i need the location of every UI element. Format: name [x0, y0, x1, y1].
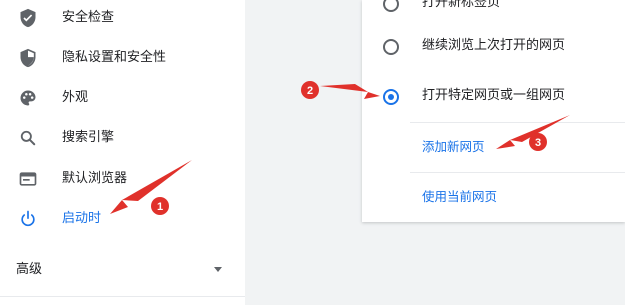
sidebar-item-label: 搜索引擎	[62, 130, 115, 145]
radio-button[interactable]	[383, 0, 399, 12]
advanced-label: 高级	[16, 262, 43, 277]
sidebar-item-safety-check[interactable]: 安全检查	[0, 2, 245, 34]
palette-icon	[18, 88, 38, 108]
sidebar-item-default-browser[interactable]: 默认浏览器	[0, 163, 245, 195]
sidebar-divider	[0, 296, 245, 297]
search-icon	[18, 128, 38, 148]
divider	[410, 122, 625, 123]
chevron-down-icon	[214, 267, 222, 272]
radio-option-specific-pages[interactable]: 打开特定网页或一组网页	[362, 80, 625, 114]
radio-option-label: 打开新标签页	[422, 0, 501, 10]
startup-settings-card: 打开新标签页 继续浏览上次打开的网页 打开特定网页或一组网页 添加新网页 使用当…	[362, 0, 625, 222]
add-new-page-link[interactable]: 添加新网页	[422, 138, 485, 156]
settings-sidebar: 安全检查 隐私设置和安全性 外观 搜索引擎 默认浏览器 启动时 高级	[0, 0, 245, 305]
radio-option-continue[interactable]: 继续浏览上次打开的网页	[362, 30, 625, 64]
radio-option-label: 继续浏览上次打开的网页	[422, 38, 566, 53]
sidebar-item-on-startup[interactable]: 启动时	[0, 203, 245, 235]
radio-option-label: 打开特定网页或一组网页	[422, 88, 566, 103]
sidebar-item-search-engine[interactable]: 搜索引擎	[0, 122, 245, 154]
sidebar-item-label: 外观	[62, 90, 89, 105]
sidebar-item-label: 默认浏览器	[62, 171, 128, 186]
sidebar-item-privacy[interactable]: 隐私设置和安全性	[0, 42, 245, 74]
browser-icon	[18, 169, 38, 189]
use-current-pages-link[interactable]: 使用当前网页	[422, 188, 497, 206]
sidebar-item-label: 隐私设置和安全性	[62, 50, 167, 65]
shield-half-icon	[18, 48, 38, 68]
radio-button[interactable]	[383, 39, 399, 55]
divider	[410, 172, 625, 173]
shield-check-icon	[18, 8, 38, 28]
sidebar-item-label: 启动时	[62, 211, 102, 226]
radio-button-selected[interactable]	[383, 89, 399, 105]
sidebar-item-label: 安全检查	[62, 10, 115, 25]
sidebar-item-appearance[interactable]: 外观	[0, 82, 245, 114]
power-icon	[18, 209, 38, 229]
radio-option-new-tab[interactable]: 打开新标签页	[362, 0, 625, 21]
advanced-section-toggle[interactable]: 高级	[0, 255, 245, 285]
